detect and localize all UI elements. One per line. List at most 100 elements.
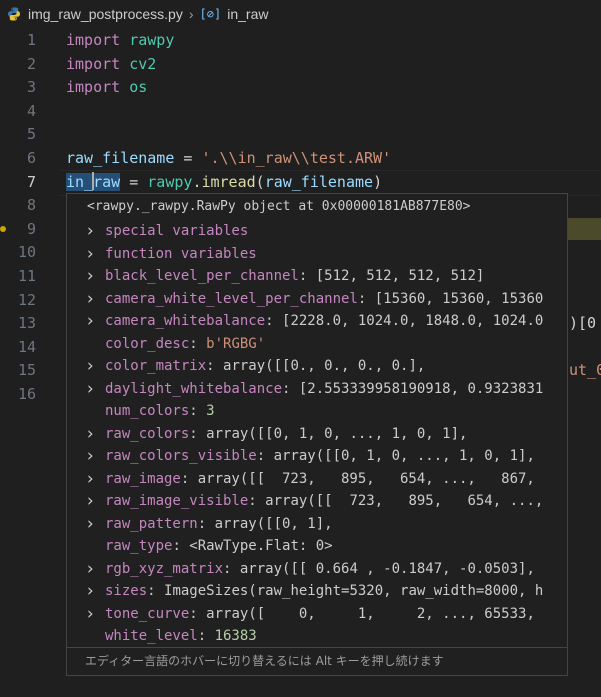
chevron-right-icon[interactable]: › bbox=[85, 265, 97, 288]
variable-name: raw_colors_visible bbox=[105, 448, 257, 464]
chevron-right-icon[interactable]: › bbox=[85, 288, 97, 311]
variable-name: num_colors bbox=[105, 403, 190, 419]
chevron-right-icon[interactable]: › bbox=[85, 445, 97, 468]
code-text[interactable]: raw_filename = '.\\in_raw\\test.ARW' bbox=[66, 146, 391, 170]
variable-tree-item[interactable]: num_colors: 3 bbox=[67, 400, 567, 423]
breadcrumb-symbol[interactable]: in_raw bbox=[227, 6, 268, 22]
chevron-right-icon[interactable]: › bbox=[85, 220, 97, 243]
code-token: '.\\in_raw\\test.ARW' bbox=[201, 149, 392, 167]
variable-tree-item[interactable]: › daylight_whitebalance: [2.5533399581909… bbox=[67, 378, 567, 401]
variable-value: : [2228.0, 1024.0, 1848.0, 1024.0 bbox=[265, 313, 544, 329]
variable-value: : array([ 0, 1, 2, ..., 65533, bbox=[189, 605, 535, 622]
variable-entry: raw_image: array([[ 723, 895, 654, ..., … bbox=[105, 468, 535, 491]
line-number: 12 bbox=[17, 290, 36, 309]
chevron-right-icon: › bbox=[188, 6, 194, 22]
variable-tree-item[interactable]: › raw_image_visible: array([[ 723, 895, 6… bbox=[67, 490, 567, 513]
chevron-right-icon[interactable]: › bbox=[85, 603, 97, 626]
chevron-right-icon[interactable]: › bbox=[85, 310, 97, 333]
code-text[interactable]: import os bbox=[66, 75, 147, 99]
code-line[interactable]: 7 in_raw = rawpy.imread(raw_filename) bbox=[0, 169, 601, 196]
chevron-right-icon[interactable]: › bbox=[85, 580, 97, 603]
code-line[interactable]: 1 import rawpy bbox=[0, 28, 601, 52]
variable-name: function variables bbox=[105, 245, 257, 262]
variable-tree-item[interactable]: › function variables bbox=[67, 243, 567, 266]
code-line[interactable]: 2 import cv2 bbox=[0, 52, 601, 76]
variable-tree-item[interactable]: › color_matrix: array([[0., 0., 0., 0.], bbox=[67, 355, 567, 378]
chevron-right-icon[interactable]: › bbox=[85, 243, 97, 266]
variable-entry: raw_image_visible: array([[ 723, 895, 65… bbox=[105, 490, 543, 513]
variable-tree-item[interactable]: white_level: 16383 bbox=[67, 625, 567, 648]
variable-tree-item[interactable]: › black_level_per_channel: [512, 512, 512… bbox=[67, 265, 567, 288]
code-token: raw_filename bbox=[66, 149, 175, 167]
variable-name: color_matrix bbox=[105, 358, 207, 374]
variable-name: raw_image bbox=[105, 470, 181, 487]
chevron-right-icon[interactable]: › bbox=[85, 490, 97, 513]
variable-tree-item[interactable]: › raw_colors_visible: array([[0, 1, 0, ..… bbox=[67, 445, 567, 468]
code-token: imread bbox=[201, 172, 256, 191]
variable-tree-item[interactable]: › raw_pattern: array([[0, 1], bbox=[67, 513, 567, 536]
variable-name: sizes bbox=[105, 583, 148, 599]
variable-tree-item[interactable]: › tone_curve: array([ 0, 1, 2, ..., 65533… bbox=[67, 603, 567, 626]
code-text[interactable]: import rawpy bbox=[66, 28, 174, 52]
variable-value: : array([[0, 1, 0, ..., 1, 0, 1], bbox=[189, 425, 468, 442]
variable-tree-item[interactable]: › raw_colors: array([[0, 1, 0, ..., 1, 0,… bbox=[67, 423, 567, 446]
variable-tree-item[interactable]: raw_type: <RawType.Flat: 0> bbox=[67, 535, 567, 558]
variable-entry: rgb_xyz_matrix: array([[ 0.664 , -0.1847… bbox=[105, 558, 535, 581]
line-number: 2 bbox=[26, 54, 36, 73]
variable-name: raw_type bbox=[105, 538, 173, 554]
variable-name: tone_curve bbox=[105, 605, 190, 622]
code-token: ( bbox=[255, 172, 265, 191]
variable-value: : array([[0, 1, 0, ..., 1, 0, 1], bbox=[256, 448, 535, 464]
variable-entry: tone_curve: array([ 0, 1, 2, ..., 65533, bbox=[105, 603, 535, 626]
debug-line-highlight bbox=[568, 217, 601, 240]
variable-tree-item[interactable]: › raw_image: array([[ 723, 895, 654, ...,… bbox=[67, 468, 567, 491]
chevron-right-icon[interactable]: › bbox=[85, 468, 97, 491]
variable-name: black_level_per_channel bbox=[105, 268, 299, 284]
variable-tree-item[interactable]: › camera_white_level_per_channel: [15360,… bbox=[67, 288, 567, 311]
code-text[interactable]: import cv2 bbox=[66, 52, 156, 76]
variable-tree-item[interactable]: color_desc: b'RGBG' bbox=[67, 333, 567, 356]
variable-value: : <RawType.Flat: 0> bbox=[172, 538, 333, 554]
variable-tree-item[interactable]: › rgb_xyz_matrix: array([[ 0.664 , -0.184… bbox=[67, 558, 567, 581]
variable-tree-item[interactable]: › camera_whitebalance: [2228.0, 1024.0, 1… bbox=[67, 310, 567, 333]
line-number: 6 bbox=[26, 149, 36, 167]
variable-entry: raw_colors_visible: array([[0, 1, 0, ...… bbox=[105, 445, 535, 468]
variable-value: : array([[ 723, 895, 654, ..., 867, bbox=[180, 470, 535, 487]
code-line[interactable]: 3 import os bbox=[0, 75, 601, 99]
variable-entry: color_matrix: array([[0., 0., 0., 0.], bbox=[105, 355, 425, 378]
line-number: 16 bbox=[17, 385, 36, 403]
code-token: = bbox=[174, 149, 202, 167]
variable-entry: special variables bbox=[105, 220, 248, 243]
code-line[interactable]: 5 bbox=[0, 122, 601, 146]
code-overflow-text: ut_0 bbox=[569, 361, 601, 380]
chevron-right-icon[interactable]: › bbox=[85, 423, 97, 446]
variable-name: color_desc bbox=[105, 335, 190, 352]
variable-tree-item[interactable]: › special variables bbox=[67, 220, 567, 243]
variable-entry: white_level: 16383 bbox=[105, 625, 257, 648]
line-number: 13 bbox=[17, 314, 36, 333]
breadcrumb-file[interactable]: img_raw_postprocess.py bbox=[28, 6, 183, 22]
variable-tree-item[interactable]: › sizes: ImageSizes(raw_height=5320, raw_… bbox=[67, 580, 567, 603]
chevron-right-icon[interactable]: › bbox=[85, 513, 97, 536]
chevron-right-icon[interactable]: › bbox=[85, 355, 97, 378]
code-line[interactable]: 4 bbox=[0, 99, 601, 123]
code-token: rawpy bbox=[129, 31, 175, 49]
variable-name: camera_white_level_per_channel bbox=[105, 290, 358, 307]
breadcrumb: img_raw_postprocess.py › [⊘] in_raw bbox=[0, 0, 601, 28]
variable-name: raw_colors bbox=[105, 425, 190, 442]
variable-name: rgb_xyz_matrix bbox=[105, 560, 224, 577]
code-token: cv2 bbox=[129, 54, 157, 73]
chevron-right-icon[interactable]: › bbox=[85, 378, 97, 401]
code-line[interactable]: 6 raw_filename = '.\\in_raw\\test.ARW' bbox=[0, 146, 601, 170]
variable-value: : [512, 512, 512, 512] bbox=[298, 268, 485, 284]
code-token: import bbox=[66, 78, 121, 97]
variable-value: : [15360, 15360, 15360 bbox=[357, 290, 544, 307]
variable-name: special variables bbox=[105, 223, 249, 239]
variable-value: : array([[0, 1], bbox=[197, 515, 333, 532]
chevron-right-icon[interactable]: › bbox=[85, 558, 97, 581]
variable-tree: › special variables › function variables › bl… bbox=[67, 220, 567, 648]
code-text[interactable]: in_raw = rawpy.imread(raw_filename) bbox=[66, 170, 382, 194]
